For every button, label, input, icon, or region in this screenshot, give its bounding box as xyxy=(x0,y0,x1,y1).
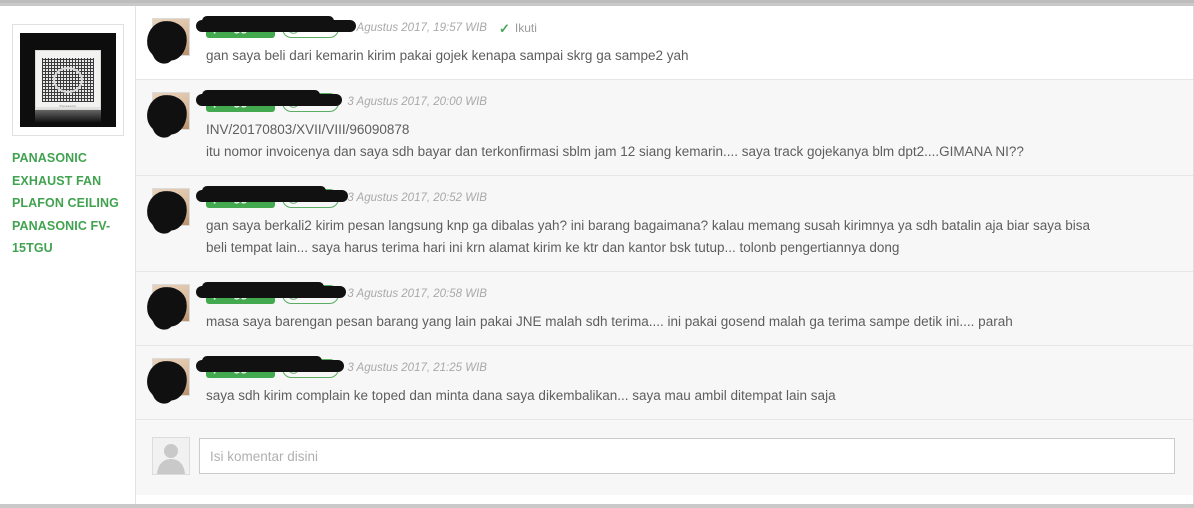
comment-line: masa saya barengan pesan barang yang lai… xyxy=(206,314,1013,329)
username-redaction-mark xyxy=(196,90,342,106)
bottom-bar xyxy=(0,504,1194,508)
comment-line: gan saya beli dari kemarin kirim pakai g… xyxy=(206,48,689,63)
comment-timestamp: 3 Agustus 2017, 21:25 WIB xyxy=(347,362,487,374)
comments-panel: pengguna 100% 3 Agustus 2017, 19:57 WIB … xyxy=(136,6,1194,508)
fan-reflection xyxy=(35,107,101,123)
comment-header: pengguna 100% 3 Agustus 2017, 19:57 WIB … xyxy=(144,16,1175,64)
comment-line: gan saya berkali2 kirim pesan langsung k… xyxy=(206,218,1091,233)
username-redaction-mark xyxy=(196,186,348,202)
comment-body: masa saya barengan pesan barang yang lai… xyxy=(152,311,1175,333)
avatar[interactable] xyxy=(144,92,190,138)
comment-row: pengguna 100% 3 Agustus 2017, 20:58 WIB … xyxy=(136,272,1193,346)
comment-line: itu nomor invoicenya dan saya sdh bayar … xyxy=(206,144,1024,159)
product-card[interactable]: Panasonic PANASONIC EXHAUST FAN PLAFON C… xyxy=(0,6,135,260)
default-avatar-icon xyxy=(152,437,190,475)
comment-row: pengguna 100% 3 Agustus 2017, 20:52 WIB … xyxy=(136,176,1193,272)
username-redaction-mark xyxy=(196,356,344,372)
comment-header: pengguna 100% 3 Agustus 2017, 20:52 WIB xyxy=(144,186,1175,234)
comment-timestamp: 3 Agustus 2017, 20:00 WIB xyxy=(347,96,487,108)
comment-row: pengguna 100% 3 Agustus 2017, 20:00 WIB … xyxy=(136,80,1193,176)
avatar[interactable] xyxy=(144,284,190,330)
product-sidebar: Panasonic PANASONIC EXHAUST FAN PLAFON C… xyxy=(0,6,136,508)
follow-label: Ikuti xyxy=(514,21,537,35)
username-redaction-mark xyxy=(196,16,356,32)
comment-form xyxy=(136,420,1193,495)
product-thumbnail[interactable]: Panasonic xyxy=(12,24,124,136)
comment-row: pengguna 100% 3 Agustus 2017, 21:25 WIB … xyxy=(136,346,1193,420)
comment-line: saya sdh kirim complain ke toped dan min… xyxy=(206,388,836,403)
comment-body: saya sdh kirim complain ke toped dan min… xyxy=(152,385,1175,407)
product-title[interactable]: PANASONIC EXHAUST FAN PLAFON CEILING PAN… xyxy=(12,147,123,260)
comment-header: pengguna 100% 3 Agustus 2017, 20:58 WIB xyxy=(144,282,1175,330)
fan-body: Panasonic xyxy=(35,50,101,110)
comment-row: pengguna 100% 3 Agustus 2017, 19:57 WIB … xyxy=(136,6,1193,80)
comment-line: beli tempat lain... saya harus terima ha… xyxy=(206,240,900,255)
avatar[interactable] xyxy=(144,358,190,404)
exhaust-fan-image: Panasonic xyxy=(20,33,116,127)
comment-header: pengguna 100% 3 Agustus 2017, 21:25 WIB xyxy=(144,356,1175,404)
comment-header: pengguna 100% 3 Agustus 2017, 20:00 WIB xyxy=(144,90,1175,138)
comment-body: gan saya beli dari kemarin kirim pakai g… xyxy=(152,45,1175,67)
comment-line: INV/20170803/XVII/VIII/96090878 xyxy=(206,122,410,137)
comment-timestamp: 3 Agustus 2017, 19:57 WIB xyxy=(347,22,487,34)
avatar[interactable] xyxy=(144,18,190,64)
fan-grille xyxy=(42,58,94,102)
comment-input[interactable] xyxy=(199,438,1175,474)
comment-body: gan saya berkali2 kirim pesan langsung k… xyxy=(152,215,1175,259)
username-redaction-mark xyxy=(196,282,346,298)
follow-button[interactable]: ✓ Ikuti xyxy=(499,21,537,35)
comment-body: INV/20170803/XVII/VIII/96090878 itu nomo… xyxy=(152,119,1175,163)
comment-timestamp: 3 Agustus 2017, 20:58 WIB xyxy=(347,288,487,300)
top-bar-line xyxy=(0,0,1194,3)
page-container: Panasonic PANASONIC EXHAUST FAN PLAFON C… xyxy=(0,6,1194,508)
check-icon: ✓ xyxy=(498,20,510,36)
avatar[interactable] xyxy=(144,188,190,234)
comment-timestamp: 3 Agustus 2017, 20:52 WIB xyxy=(347,192,487,204)
